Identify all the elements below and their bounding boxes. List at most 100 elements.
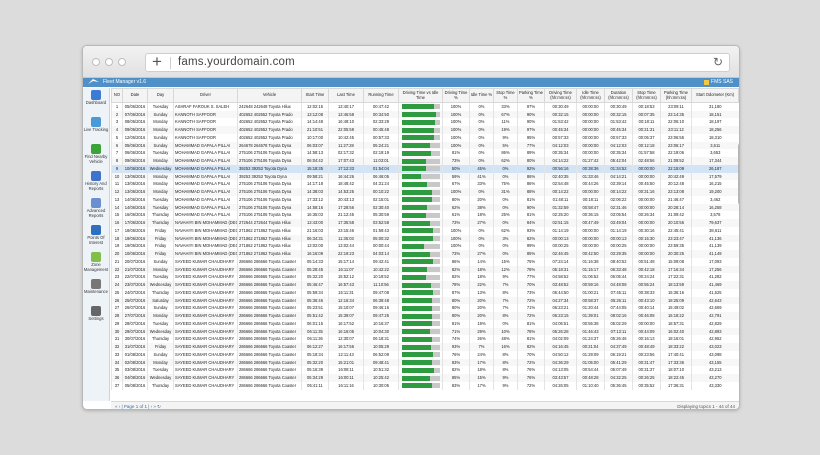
column-header[interactable]: Vehicle (237, 88, 302, 103)
page-input[interactable]: 1 (136, 404, 139, 409)
table-row[interactable]: 24 23/07/2016 Wednesday SAYEED KUMAR CHAUDH… (111, 281, 739, 289)
table-row[interactable]: 2 07/06/2016 Sunday KANNOTH SAFFOOR 402652 4… (111, 110, 739, 119)
column-header[interactable]: Driver (173, 88, 238, 103)
table-row[interactable]: 1 05/06/2016 Tuesday ASHRAF FAROUK S. SALEH… (111, 102, 739, 111)
sidebar-item-points-of-interest[interactable]: Points Of Interest (83, 223, 109, 250)
sidebar-item-find-nearby-vehicle[interactable]: Find Nearby Vehicle (83, 142, 109, 169)
alert-icon[interactable] (704, 80, 709, 85)
column-header[interactable]: Running Time (363, 88, 399, 103)
table-row[interactable]: 8 09/06/2016 Monday MOHAMMAD GAPALA PILLAI 2… (111, 157, 739, 165)
table-cell (398, 319, 443, 328)
table-row[interactable]: 33 01/08/2016 Sunday SAYEED KUMAR CHAUDHARY… (111, 350, 739, 359)
sidebar-item-zone-management[interactable]: Zone Management (83, 250, 109, 277)
column-header[interactable]: Day (147, 88, 174, 103)
table-cell: 09:42:41 (363, 257, 399, 266)
table-row[interactable]: 3 08/06/2016 Monday KANNOTH SAFFOOR 402652 4… (111, 118, 739, 126)
sidebar-item-label: Settings (88, 316, 104, 321)
column-header[interactable]: Start Time (301, 88, 329, 103)
table-row[interactable]: 7 06/06/2016 Tuesday MOHAMMAD GAPALA PILLAI… (111, 149, 739, 157)
reload-icon[interactable]: ↻ (713, 55, 723, 69)
column-header[interactable]: Driving Time vs Idle Time (398, 88, 443, 103)
table-row[interactable]: 14 14/06/2016 Tuesday MOHAMMAD GAPALA PILLA… (111, 203, 739, 212)
column-header[interactable]: Driving Time (hh:mm:ss) (544, 88, 577, 103)
maximize-icon[interactable] (118, 58, 126, 66)
table-cell: 02:33:29 (363, 118, 399, 126)
table-row[interactable]: 27 26/07/2016 Sunday SAYEED KUMAR CHAUDHARY… (111, 304, 739, 312)
table-cell: 23:06:17 (660, 141, 692, 150)
table-cell: 01:53:42 (604, 118, 633, 126)
table-row[interactable]: 25 24/07/2016 Thursday SAYEED KUMAR CHAUDHA… (111, 288, 739, 297)
address-bar[interactable]: + fams.yourdomain.com ↻ (145, 51, 730, 73)
table-row[interactable]: 26 25/07/2016 Saturday SAYEED KUMAR CHAUDHA… (111, 296, 739, 305)
table-row[interactable]: 16 17/06/2016 Thursday NAVAHIYI BIN MOHAMMA… (111, 219, 739, 227)
close-icon[interactable] (92, 58, 100, 66)
sidebar-item-live-tracking[interactable]: Live Tracking (83, 115, 109, 142)
table-row[interactable]: 9 10/06/2016 Wednesday MOHAMMAD GAPALA PILL… (111, 164, 739, 173)
table-row[interactable]: 31 30/07/2016 Thursday SAYEED KUMAR CHAUDHA… (111, 335, 739, 343)
table-cell: MOHAMMAD GAPALA PILLAI (173, 164, 238, 173)
column-header[interactable]: NO (111, 88, 123, 103)
table-row[interactable]: 22 21/07/2016 Monday SAYEED KUMAR CHAUDHARY… (111, 265, 739, 274)
table-row[interactable]: 15 16/06/2016 Thursday MOHAMMAD GAPALA PILL… (111, 211, 739, 219)
table-row[interactable]: 4 09/06/2016 Monday KANNOTH SAFFOOR 402652 4… (111, 126, 739, 134)
table-cell: SAYEED KUMAR CHAUDHARY (173, 304, 238, 312)
sidebar-item-settings[interactable]: Settings (83, 304, 109, 331)
column-header[interactable]: Driving Time % (442, 88, 470, 103)
table-row[interactable]: 35 03/08/2016 Tuesday SAYEED KUMAR CHAUDHAR… (111, 366, 739, 374)
table-row[interactable]: 11 13/06/2016 Monday MOHAMMAD GAPALA PILLAI… (111, 180, 739, 188)
table-cell: 04:37:49 (604, 343, 633, 351)
sidebar-item-dashboard[interactable]: Dashboard (83, 88, 109, 115)
table-row[interactable]: 13 14/06/2016 Tuesday MOHAMMAD GAPALA PILLA… (111, 195, 739, 204)
column-header[interactable]: Last Time (328, 88, 364, 103)
table-cell: 00:00:00 (576, 226, 605, 235)
table-row[interactable]: 36 04/08/2016 Wednesday SAYEED KUMAR CHAUDH… (111, 374, 739, 382)
table-cell: Monday (147, 172, 174, 181)
table-row[interactable]: 19 19/06/2016 Friday NAVAHIYI BIN MOHAMMAD … (111, 242, 739, 250)
table-cell: 23:23:47 (660, 234, 692, 243)
column-header[interactable]: Parking Time (hh:mm:ss) (660, 88, 692, 103)
table-cell: 00:55:24 (632, 281, 661, 289)
table-row[interactable]: 5 12/06/2016 Sunday KANNOTH SAFFOOR 402652 4… (111, 133, 739, 142)
column-header[interactable]: Idle Time % (469, 88, 494, 103)
driving-idle-bar (401, 104, 440, 110)
table-row[interactable]: 21 20/07/2016 Sunday SAYEED KUMAR CHAUDHARY… (111, 257, 739, 266)
table-cell: 00:45:34 (544, 126, 577, 134)
url-text[interactable]: fams.yourdomain.com (178, 56, 295, 68)
driving-fill (401, 181, 428, 187)
column-header[interactable]: Stop Time (hh:mm:ss) (632, 88, 661, 103)
column-header[interactable]: Stop Time % (493, 88, 518, 103)
table-row[interactable]: 23 22/07/2016 Tuesday SAYEED KUMAR CHAUDHAR… (111, 273, 739, 281)
minimize-icon[interactable] (105, 58, 113, 66)
table-cell: 13:02:00 (301, 242, 329, 250)
table-row[interactable]: 10 13/06/2016 Monday MOHAMMAD GAPALA PILLAI… (111, 172, 739, 181)
table-row[interactable]: 29 28/07/2016 Tuesday SAYEED KUMAR CHAUDHAR… (111, 319, 739, 328)
table-row[interactable]: 32 31/07/2016 Friday SAYEED KUMAR CHAUDHARY… (111, 343, 739, 351)
column-header[interactable]: Idle Time (hh:mm:ss) (576, 88, 605, 103)
table-row[interactable]: 12 13/06/2016 Monday MOHAMMAD GAPALA PILLAI… (111, 188, 739, 196)
table-cell: 62% (493, 226, 518, 235)
table-row[interactable]: 6 05/06/2016 Sunday MOHAMMAD GAPALA PILLAI 2… (111, 141, 739, 150)
table-row[interactable]: 17 18/06/2016 Friday NAVAHIYI BIN MOHAMMAD … (111, 226, 739, 235)
column-header[interactable]: Date (122, 88, 148, 103)
table-cell: 7% (469, 343, 494, 351)
table-row[interactable]: 37 05/08/2016 Thursday SAYEED KUMAR CHAUDHA… (111, 381, 739, 390)
table-row[interactable]: 28 27/07/2016 Monday SAYEED KUMAR CHAUDHARY… (111, 312, 739, 320)
app-user-label[interactable]: FMS SAS (711, 78, 733, 87)
sidebar-item-history-and-reports[interactable]: History And Reports (83, 169, 109, 196)
column-header[interactable]: Duration (hh:mm:ss) (604, 88, 633, 103)
table-row[interactable]: 20 10/06/2016 Friday NAVAHIYI BIN MOHAMMAD … (111, 250, 739, 258)
new-tab-icon[interactable]: + (152, 51, 162, 73)
table-cell: KANNOTH SAFFOOR (173, 133, 238, 142)
column-header[interactable]: Start Odometer (Km) (691, 88, 739, 103)
pagination-controls[interactable]: « ‹ | Page 1 of 1 | › » ↻ (115, 402, 161, 409)
table-row[interactable]: 30 29/07/2016 Wednesday SAYEED KUMAR CHAUDH… (111, 327, 739, 336)
sidebar-item-maintenance[interactable]: Maintenance (83, 277, 109, 304)
table-row[interactable]: 18 19/06/2016 Friday NAVAHIYI BIN MOHAMMAD … (111, 234, 739, 243)
sidebar-item-advanced-reports[interactable]: Advanced Reports (83, 196, 109, 223)
table-cell: 286666 286666 Toyota Coaster (237, 319, 302, 328)
table-cell: 402652 402652 Toyota Prado (237, 126, 302, 134)
vertical-scrollbar[interactable] (738, 144, 739, 204)
column-header[interactable]: Parking Time % (517, 88, 545, 103)
table-cell: 16/06/2016 (122, 211, 148, 219)
table-row[interactable]: 34 02/08/2016 Monday SAYEED KUMAR CHAUDHARY… (111, 358, 739, 367)
